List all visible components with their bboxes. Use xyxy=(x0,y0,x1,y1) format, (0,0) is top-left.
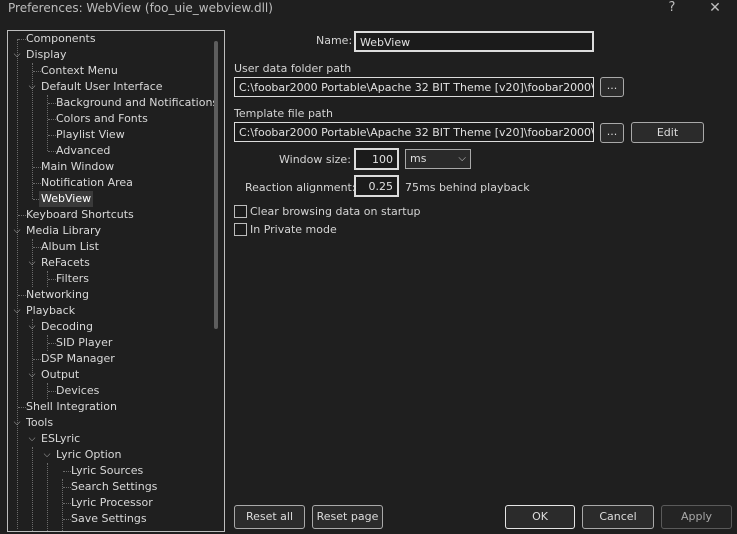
reaction-alignment-note: 75ms behind playback xyxy=(405,181,530,194)
chevron-down-icon[interactable]: ⌵ xyxy=(12,415,22,431)
tree-item-lyric-option[interactable]: Lyric Option xyxy=(56,447,121,463)
tree-item-filters[interactable]: Filters xyxy=(56,271,89,287)
chevron-down-icon[interactable]: ⌵ xyxy=(12,47,22,63)
name-field[interactable]: WebView xyxy=(354,31,594,52)
tree-item-webview[interactable]: WebView xyxy=(39,191,94,207)
tree-item-sid-player[interactable]: SID Player xyxy=(56,335,112,351)
ok-button[interactable]: OK xyxy=(505,505,575,529)
tree-item-advanced[interactable]: Advanced xyxy=(56,143,110,159)
close-icon[interactable]: ✕ xyxy=(703,0,727,18)
reset-all-button[interactable]: Reset all xyxy=(234,505,305,529)
tree-item-dsp-manager[interactable]: DSP Manager xyxy=(41,351,115,367)
template-file-label: Template file path xyxy=(234,107,333,120)
tree-item-notification-area[interactable]: Notification Area xyxy=(41,175,133,191)
tree-item-refacets[interactable]: ReFacets xyxy=(41,255,90,271)
template-file-field[interactable]: C:\foobar2000 Portable\Apache 32 BIT The… xyxy=(234,122,594,142)
tree-item-networking[interactable]: Networking xyxy=(26,287,89,303)
tree-item-lyric-processor[interactable]: Lyric Processor xyxy=(71,495,153,511)
chevron-down-icon: ⌵ xyxy=(458,153,466,164)
tree-item-context-menu[interactable]: Context Menu xyxy=(41,63,118,79)
tree-item-save-settings[interactable]: Save Settings xyxy=(71,511,147,527)
window-size-unit-select[interactable]: ms ⌵ xyxy=(405,149,471,169)
tree-item-eslyric[interactable]: ESLyric xyxy=(41,431,80,447)
tree-item-devices[interactable]: Devices xyxy=(56,383,99,399)
chevron-down-icon[interactable]: ⌵ xyxy=(27,367,37,383)
user-data-browse-button[interactable]: ... xyxy=(600,77,624,97)
name-label: Name: xyxy=(316,34,353,47)
tree-item-colors-and-fonts[interactable]: Colors and Fonts xyxy=(56,111,148,127)
window-size-field[interactable]: 100 xyxy=(354,148,399,170)
tree-content: ⌵ ⌵ ⌵ ⌵ ⌵ ⌵ ⌵ ⌵ ⌵ ⌵ Components Display C… xyxy=(8,31,218,531)
tree-item-components[interactable]: Components xyxy=(26,31,96,47)
user-data-folder-field[interactable]: C:\foobar2000 Portable\Apache 32 BIT The… xyxy=(234,77,594,97)
chevron-down-icon[interactable]: ⌵ xyxy=(27,431,37,447)
preferences-tree[interactable]: ⌵ ⌵ ⌵ ⌵ ⌵ ⌵ ⌵ ⌵ ⌵ ⌵ Components Display C… xyxy=(7,30,225,532)
reaction-alignment-field[interactable]: 0.25 xyxy=(354,175,399,197)
tree-item-playback[interactable]: Playback xyxy=(26,303,75,319)
tree-item-output[interactable]: Output xyxy=(41,367,79,383)
apply-button[interactable]: Apply xyxy=(661,505,732,529)
tree-item-shell-integration[interactable]: Shell Integration xyxy=(26,399,117,415)
tree-scrollbar-thumb[interactable] xyxy=(214,41,218,329)
chevron-down-icon[interactable]: ⌵ xyxy=(27,319,37,335)
tree-item-display[interactable]: Display xyxy=(26,47,67,63)
user-data-folder-label: User data folder path xyxy=(234,62,352,75)
chevron-down-icon[interactable]: ⌵ xyxy=(27,79,37,95)
tree-item-decoding[interactable]: Decoding xyxy=(41,319,93,335)
tree-item-main-window[interactable]: Main Window xyxy=(41,159,114,175)
private-mode-label[interactable]: In Private mode xyxy=(250,223,337,236)
title-bar: Preferences: WebView (foo_uie_webview.dl… xyxy=(0,0,737,20)
help-icon[interactable]: ? xyxy=(660,0,684,18)
reaction-alignment-label: Reaction alignment: xyxy=(245,181,356,194)
tree-item-media-library[interactable]: Media Library xyxy=(26,223,101,239)
tree-item-search-settings[interactable]: Search Settings xyxy=(71,479,157,495)
tree-item-playlist-view[interactable]: Playlist View xyxy=(56,127,125,143)
window-size-label: Window size: xyxy=(279,153,351,166)
chevron-down-icon[interactable]: ⌵ xyxy=(42,447,52,463)
window-size-unit-value: ms xyxy=(410,152,427,165)
tree-item-tools[interactable]: Tools xyxy=(26,415,53,431)
private-mode-checkbox[interactable] xyxy=(234,223,247,236)
template-browse-button[interactable]: ... xyxy=(600,123,624,143)
chevron-down-icon[interactable]: ⌵ xyxy=(12,303,22,319)
chevron-down-icon[interactable]: ⌵ xyxy=(12,223,22,239)
tree-item-background-and-notifications[interactable]: Background and Notifications xyxy=(56,95,218,111)
tree-item-default-user-interface[interactable]: Default User Interface xyxy=(41,79,163,95)
tree-item-album-list[interactable]: Album List xyxy=(41,239,99,255)
reset-page-button[interactable]: Reset page xyxy=(312,505,383,529)
window-title: Preferences: WebView (foo_uie_webview.dl… xyxy=(8,1,273,15)
cancel-button[interactable]: Cancel xyxy=(582,505,654,529)
tree-item-keyboard-shortcuts[interactable]: Keyboard Shortcuts xyxy=(26,207,134,223)
clear-browsing-label[interactable]: Clear browsing data on startup xyxy=(250,205,421,218)
chevron-down-icon[interactable]: ⌵ xyxy=(27,255,37,271)
clear-browsing-checkbox[interactable] xyxy=(234,205,247,218)
tree-item-lyric-sources[interactable]: Lyric Sources xyxy=(71,463,143,479)
edit-button[interactable]: Edit xyxy=(631,122,704,143)
